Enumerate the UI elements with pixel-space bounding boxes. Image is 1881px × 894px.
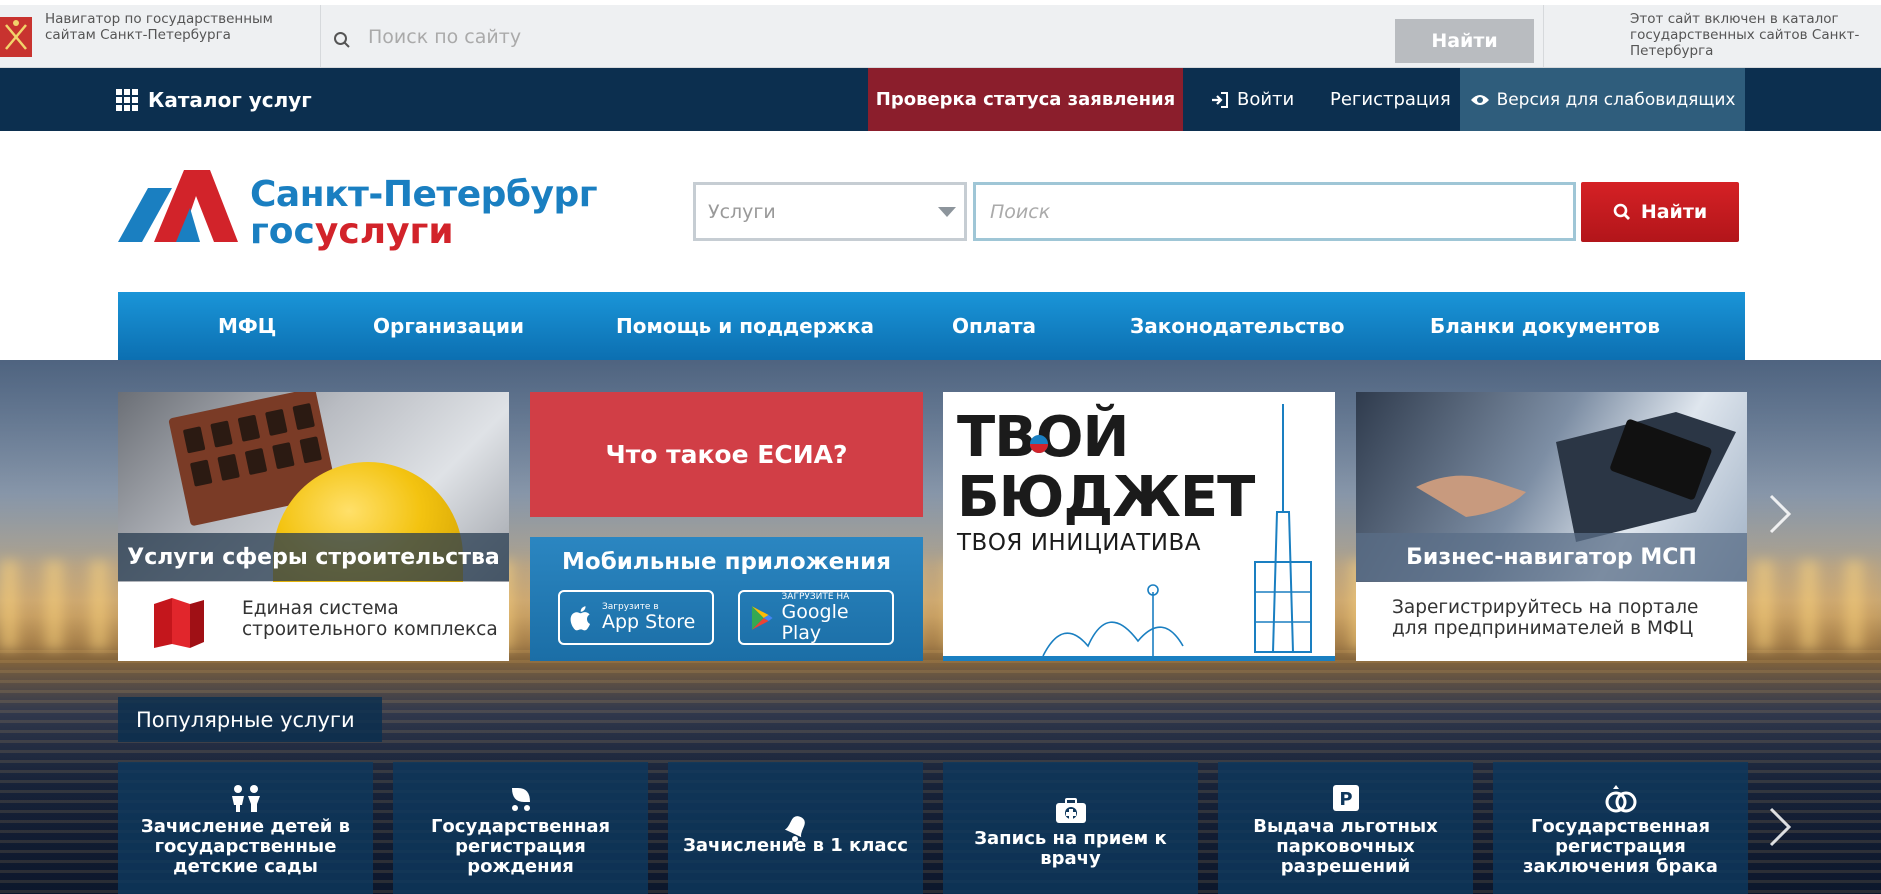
popular-tile-label: Запись на прием к врачу <box>974 828 1167 869</box>
mobile-apps-title: Мобильные приложения <box>562 549 891 575</box>
construction-services-card[interactable]: Услуги сферы строительства Единая систем… <box>118 392 509 661</box>
catalog-label: Каталог услуг <box>148 87 312 112</box>
service-type-value: Услуги <box>708 200 776 223</box>
mobile-apps-card: Мобильные приложения Загрузите в App Stor… <box>530 537 923 661</box>
parking-icon: P <box>1218 784 1473 812</box>
popular-tile-label: Зачисление в 1 класс <box>683 835 908 856</box>
divider <box>1543 5 1544 68</box>
gov-find-button[interactable]: Найти <box>1395 19 1534 63</box>
chevron-right-icon[interactable] <box>1767 805 1793 860</box>
main-find-label: Найти <box>1640 201 1708 223</box>
svg-text:P: P <box>1339 789 1352 810</box>
business-navigator-text: Зарегистрируйтесь на портале для предпри… <box>1392 597 1699 639</box>
main-search-input[interactable] <box>973 182 1576 241</box>
search-icon <box>1613 203 1630 220</box>
your-budget-card[interactable]: ТВОЙБЮДЖЕТ ТВОЯ ИНИЦИАТИВА <box>943 392 1335 661</box>
red-blocks-icon <box>154 598 204 648</box>
popular-tile-label: Зачисление детей в государственные детск… <box>140 816 351 877</box>
login-button[interactable]: Войти <box>1210 68 1294 131</box>
business-navigator-title: Бизнес-навигатор МСП <box>1356 533 1747 581</box>
medkit-icon <box>943 798 1198 824</box>
menu-item-organizations[interactable]: Организации <box>373 292 524 360</box>
eye-icon <box>1470 94 1489 105</box>
grid-icon <box>116 88 138 111</box>
logo-title: Санкт-Петербург <box>250 174 598 215</box>
gov-catalog-text[interactable]: Этот сайт включен в каталог государствен… <box>1630 11 1880 59</box>
low-vision-label: Версия для слабовидящих <box>1496 89 1736 110</box>
logo-subtitle: госуслуги <box>250 211 454 252</box>
popular-services-heading: Популярные услуги <box>118 697 382 742</box>
register-button[interactable]: Регистрация <box>1330 68 1451 131</box>
main-find-button[interactable]: Найти <box>1581 182 1739 242</box>
construction-card-text: Единая система строительного комплекса <box>242 598 498 640</box>
stroller-icon <box>393 784 648 812</box>
google-play-icon <box>751 605 773 630</box>
low-vision-button[interactable]: Версия для слабовидящих <box>1460 68 1745 131</box>
gosuslugi-logo-icon <box>118 170 238 242</box>
popular-tile-label: Выдача льготных парковочных разрешений <box>1253 816 1438 877</box>
popular-tile-label: Государственная регистрация заключения б… <box>1523 816 1718 877</box>
chevron-right-icon[interactable] <box>1767 492 1793 547</box>
popular-tile-label: Государственная регистрация рождения <box>430 816 611 877</box>
apple-icon <box>570 605 590 630</box>
gov-navigator-strip: Навигатор по государственным сайтам Санк… <box>0 0 1881 68</box>
check-status-button[interactable]: Проверка статуса заявления <box>868 68 1183 131</box>
spb-coat-of-arms-icon[interactable] <box>0 17 32 57</box>
popular-tile-marriage-registration[interactable]: Государственная регистрация заключения б… <box>1493 762 1748 894</box>
menu-item-payment[interactable]: Оплата <box>952 292 1036 360</box>
app-store-button[interactable]: Загрузите в App Store <box>558 590 714 645</box>
catalog-button[interactable]: Каталог услуг <box>116 68 312 131</box>
gov-site-search-input[interactable] <box>368 19 1148 55</box>
popular-tile-birth-registration[interactable]: Государственная регистрация рождения <box>393 762 648 894</box>
menu-item-legislation[interactable]: Законодательство <box>1130 292 1345 360</box>
business-navigator-card[interactable]: Бизнес-навигатор МСП Зарегистрируйтесь н… <box>1356 392 1747 661</box>
budget-card-underline <box>943 656 1335 661</box>
chevron-down-icon <box>938 207 956 217</box>
popular-tile-parking-permits[interactable]: P Выдача льготных парковочных разрешений <box>1218 762 1473 894</box>
popular-tile-kindergarten[interactable]: Зачисление детей в государственные детск… <box>118 762 373 894</box>
gov-navigator-text[interactable]: Навигатор по государственным сайтам Санк… <box>45 11 275 43</box>
menu-item-forms[interactable]: Бланки документов <box>1430 292 1660 360</box>
service-type-select[interactable]: Услуги <box>693 182 967 241</box>
menu-item-mfc[interactable]: МФЦ <box>218 292 276 360</box>
menu-item-help[interactable]: Помощь и поддержка <box>616 292 874 360</box>
children-icon <box>118 784 373 812</box>
top-nav-bar: Каталог услуг Проверка статуса заявления… <box>0 68 1881 131</box>
main-menu: МФЦ Организации Помощь и поддержка Оплат… <box>118 292 1745 360</box>
google-play-button[interactable]: ЗАГРУЗИТЕ НА Google Play <box>738 590 894 645</box>
login-icon <box>1212 91 1228 108</box>
rings-icon <box>1493 784 1748 814</box>
popular-tile-first-grade[interactable]: Зачисление в 1 класс <box>668 762 923 894</box>
peter-paul-spire-illustration <box>1030 404 1312 657</box>
popular-tile-doctor-appointment[interactable]: Запись на прием к врачу <box>943 762 1198 894</box>
construction-card-title: Услуги сферы строительства <box>118 533 509 581</box>
site-logo[interactable]: Санкт-Петербург госуслуги <box>118 168 618 252</box>
esia-card[interactable]: Что такое ЕСИА? <box>530 392 923 517</box>
search-icon <box>333 31 351 53</box>
login-label: Войти <box>1237 89 1295 110</box>
divider <box>320 5 321 68</box>
